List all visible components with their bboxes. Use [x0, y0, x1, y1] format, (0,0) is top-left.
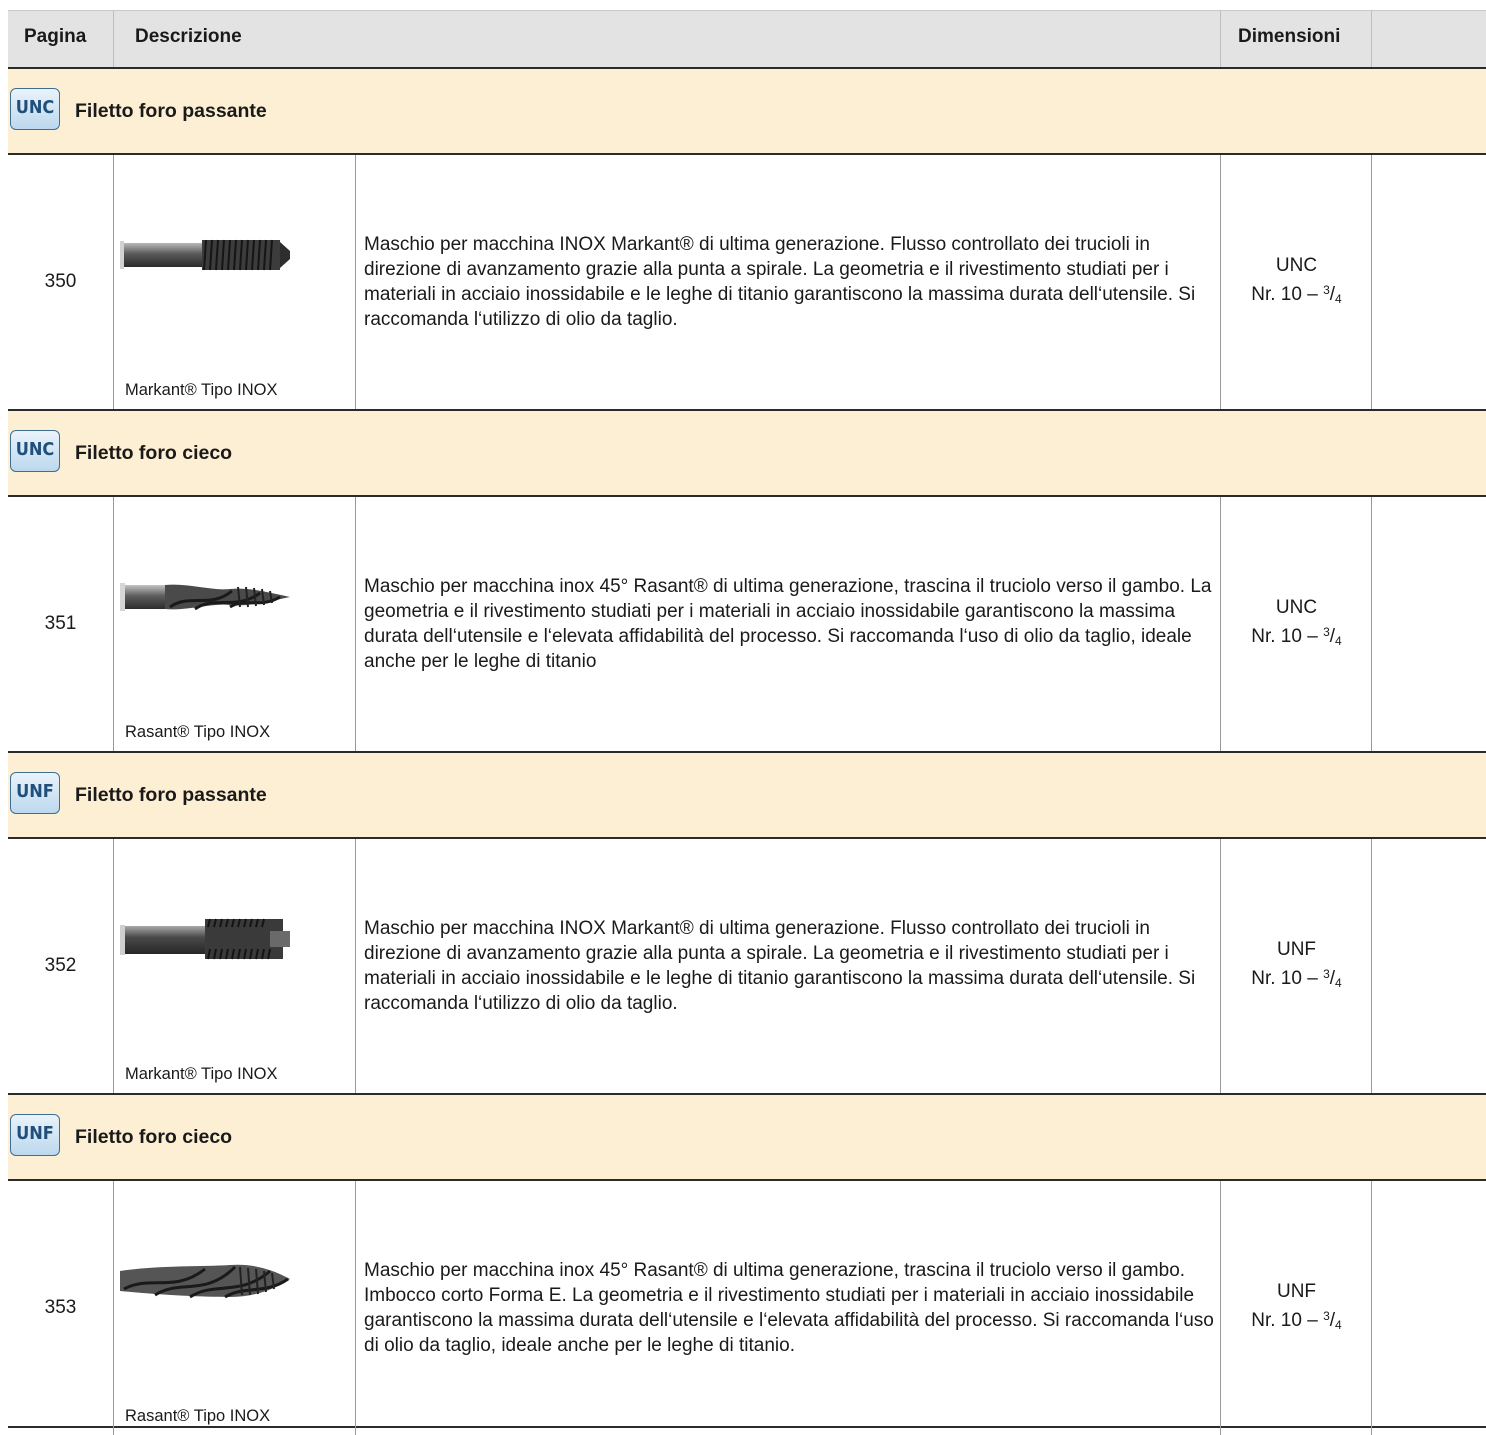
dimension-standard: UNF [1276, 1280, 1317, 1302]
dimension-standard: UNC [1275, 596, 1318, 618]
table-row: 351 Rasant® Tipo INOX Maschio per macchi… [8, 497, 1486, 753]
column-divider [1371, 1181, 1372, 1435]
page-number: 352 [44, 955, 77, 976]
table-row: 350 Markant® Tipo INOX Maschio per macch… [8, 155, 1486, 411]
column-divider [355, 155, 356, 409]
section-title: Filetto foro passante [75, 784, 267, 806]
product-description: Maschio per macchina INOX Markant® di ul… [364, 234, 1196, 330]
column-divider [355, 839, 356, 1093]
header-dimensions: Dimensioni [1238, 26, 1341, 47]
spiral-flute-tap-image [120, 1264, 290, 1299]
header-page: Pagina [24, 26, 87, 47]
column-divider [1220, 11, 1221, 67]
section-title: Filetto foro cieco [75, 442, 233, 464]
product-caption: Rasant® Tipo INOX [125, 723, 271, 741]
product-caption: Markant® Tipo INOX [125, 1065, 278, 1083]
dimension-range: Nr. 10 – 3/4 [1251, 966, 1342, 990]
table-row: 353 Rasant® Tipo INOX Maschio per macchi… [8, 1181, 1486, 1435]
dimension-standard: UNC [1275, 254, 1318, 276]
column-divider [113, 839, 114, 1093]
section-header: UNF Filetto foro cieco [8, 1095, 1486, 1181]
product-description: Maschio per macchina inox 45° Rasant® di… [364, 1260, 1214, 1356]
dimensions-cell: UNC Nr. 10 – 3/4 [1221, 497, 1372, 751]
thread-type-badge: UNC [10, 88, 60, 130]
thread-type-badge: UNF [10, 772, 60, 814]
column-divider [1371, 155, 1372, 409]
dimension-range: Nr. 10 – 3/4 [1251, 1308, 1342, 1332]
section-title: Filetto foro cieco [75, 1126, 233, 1148]
page-number: 351 [44, 613, 77, 634]
column-divider [113, 11, 114, 67]
page-number: 350 [44, 271, 77, 292]
table-row: 352 Markant® Tipo INOX Maschio per macch… [8, 839, 1486, 1095]
column-divider [355, 497, 356, 751]
product-caption: Markant® Tipo INOX [125, 381, 278, 399]
product-table: Pagina Descrizione Dimensioni UNC Filett… [8, 10, 1486, 1435]
section-title: Filetto foro passante [75, 100, 267, 122]
column-divider [1371, 497, 1372, 751]
column-divider [1371, 839, 1372, 1093]
dimension-standard: UNF [1276, 938, 1317, 960]
thread-type-badge: UNC [10, 430, 60, 472]
product-description: Maschio per macchina INOX Markant® di ul… [364, 918, 1196, 1014]
product-description: Maschio per macchina inox 45° Rasant® di… [364, 576, 1212, 672]
section-header: UNC Filetto foro passante [8, 69, 1486, 155]
column-divider [113, 1181, 114, 1435]
dimension-range: Nr. 10 – 3/4 [1251, 282, 1342, 306]
column-divider [1371, 11, 1372, 67]
dimension-range: Nr. 10 – 3/4 [1251, 624, 1342, 648]
table-header: Pagina Descrizione Dimensioni [8, 10, 1486, 69]
column-divider [355, 1181, 356, 1435]
column-divider [113, 155, 114, 409]
dimensions-cell: UNC Nr. 10 – 3/4 [1221, 155, 1372, 409]
spiral-flute-tap-image [120, 583, 290, 611]
product-caption: Rasant® Tipo INOX [125, 1407, 271, 1425]
section-header: UNC Filetto foro cieco [8, 411, 1486, 497]
thread-type-badge: UNF [10, 1114, 60, 1156]
section-header: UNF Filetto foro passante [8, 753, 1486, 839]
spiral-point-tap-image [120, 239, 290, 271]
header-description: Descrizione [135, 26, 242, 47]
page-number: 353 [44, 1297, 77, 1318]
column-divider [113, 497, 114, 751]
dimensions-cell: UNF Nr. 10 – 3/4 [1221, 1181, 1372, 1435]
spiral-point-tap-image [120, 918, 290, 960]
dimensions-cell: UNF Nr. 10 – 3/4 [1221, 839, 1372, 1093]
